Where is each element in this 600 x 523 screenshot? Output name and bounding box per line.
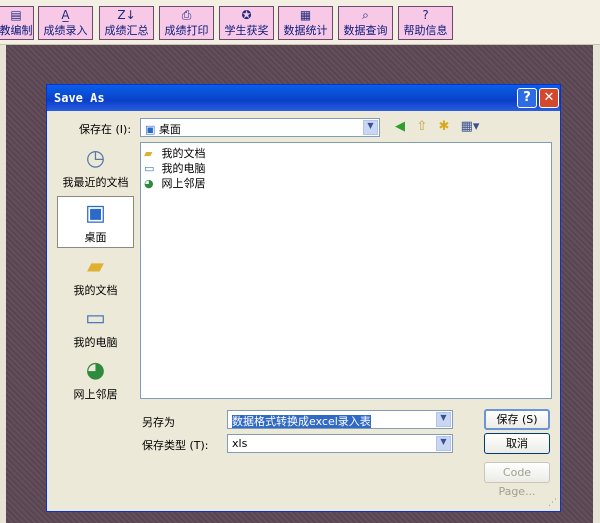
- place-desktop[interactable]: ▣ 桌面: [57, 196, 134, 248]
- dialog-titlebar[interactable]: Save As ? ✕: [47, 85, 560, 111]
- toolbar-button-score-print[interactable]: ⎙ 成绩打印: [159, 6, 214, 40]
- filename-input[interactable]: 数据格式转换成excel录入表 ▼: [227, 410, 453, 429]
- network-places-icon: ◕: [85, 358, 106, 383]
- save-in-value: 桌面: [158, 123, 181, 136]
- filetype-value: xls: [232, 437, 248, 450]
- folder-icon: ▰: [144, 147, 153, 160]
- dialog-title: Save As: [54, 91, 105, 105]
- places-bar: ◷ 我最近的文档 ▣ 桌面 ▰ 我的文档 ▭ 我的电脑 ◕ 网上邻居: [57, 142, 134, 405]
- chevron-down-icon[interactable]: ▼: [436, 436, 451, 451]
- cancel-button[interactable]: 取消: [484, 433, 550, 454]
- toolbar-button-student-awards[interactable]: ✪ 学生获奖: [219, 6, 274, 40]
- letter-a-icon: A̲: [61, 8, 70, 22]
- my-computer-icon: ▭: [85, 306, 106, 331]
- help-button[interactable]: ?: [517, 88, 537, 108]
- award-icon: ✪: [241, 8, 252, 22]
- my-documents-icon: ▰: [87, 254, 104, 279]
- save-as-dialog: Save As ? ✕ 保存在 (I): ▣ 桌面 ▼ ◀ ⇧ ✱ ▦▾ ◷ 我…: [46, 84, 561, 512]
- resize-grip-icon[interactable]: ⋰: [548, 498, 557, 508]
- query-icon: ⌕: [362, 8, 369, 22]
- chevron-down-icon[interactable]: ▼: [436, 412, 451, 427]
- book-icon: ▤: [10, 8, 22, 22]
- help-icon: ?: [422, 8, 429, 22]
- file-list[interactable]: ▰ 我的文档 ▭ 我的电脑 ◕ 网上邻居: [140, 142, 552, 399]
- place-my-documents[interactable]: ▰ 我的文档: [57, 250, 134, 302]
- printer-icon: ⎙: [181, 8, 192, 22]
- filetype-label: 保存类型 (T):: [142, 439, 209, 452]
- close-button[interactable]: ✕: [539, 88, 559, 108]
- code-page-button[interactable]: Code Page...: [484, 462, 550, 498]
- up-folder-icon[interactable]: ⇧: [413, 119, 431, 137]
- filename-value: 数据格式转换成excel录入表: [232, 415, 371, 428]
- place-recent-docs[interactable]: ◷ 我最近的文档: [57, 142, 134, 194]
- computer-icon: ▭: [144, 162, 155, 175]
- save-in-label: 保存在 (I):: [79, 123, 132, 136]
- recent-docs-icon: ◷: [85, 146, 106, 171]
- app-left-border: [0, 45, 6, 523]
- toolbar-button-score-summary[interactable]: Z↓ 成绩汇总: [99, 6, 154, 40]
- app-toolbar: ▤ 教编制 A̲ 成绩录入 Z↓ 成绩汇总 ⎙ 成绩打印 ✪ 学生获奖 ▦ 数据…: [0, 0, 600, 45]
- desktop-icon: ▣: [85, 201, 106, 226]
- desktop-icon: ▣: [145, 123, 156, 136]
- list-item[interactable]: ▭ 我的电脑: [144, 160, 206, 175]
- toolbar-button-help[interactable]: ? 帮助信息: [398, 6, 453, 40]
- place-network[interactable]: ◕ 网上邻居: [57, 354, 134, 406]
- app-right-border: [593, 45, 600, 523]
- chevron-down-icon[interactable]: ▼: [363, 120, 378, 135]
- new-folder-icon[interactable]: ✱: [435, 119, 453, 137]
- view-menu-icon[interactable]: ▦▾: [457, 119, 483, 137]
- place-my-computer[interactable]: ▭ 我的电脑: [57, 302, 134, 354]
- filetype-dropdown[interactable]: xls ▼: [227, 434, 453, 453]
- toolbar-button-data-stats[interactable]: ▦ 数据统计: [278, 6, 333, 40]
- chart-icon: ▦: [299, 8, 312, 22]
- toolbar-button-data-query[interactable]: ⌕ 数据查询: [338, 6, 393, 40]
- toolbar-button-score-entry[interactable]: A̲ 成绩录入: [38, 6, 93, 40]
- filename-label: 另存为: [142, 416, 175, 429]
- sort-az-icon: Z↓: [117, 8, 136, 22]
- back-icon[interactable]: ◀: [391, 119, 409, 137]
- save-button[interactable]: 保存 (S): [484, 409, 550, 430]
- toolbar-button-compile[interactable]: ▤ 教编制: [0, 6, 34, 40]
- list-item[interactable]: ▰ 我的文档: [144, 145, 206, 160]
- save-in-dropdown[interactable]: ▣ 桌面 ▼: [140, 118, 380, 137]
- list-item[interactable]: ◕ 网上邻居: [144, 175, 206, 190]
- network-icon: ◕: [144, 177, 154, 190]
